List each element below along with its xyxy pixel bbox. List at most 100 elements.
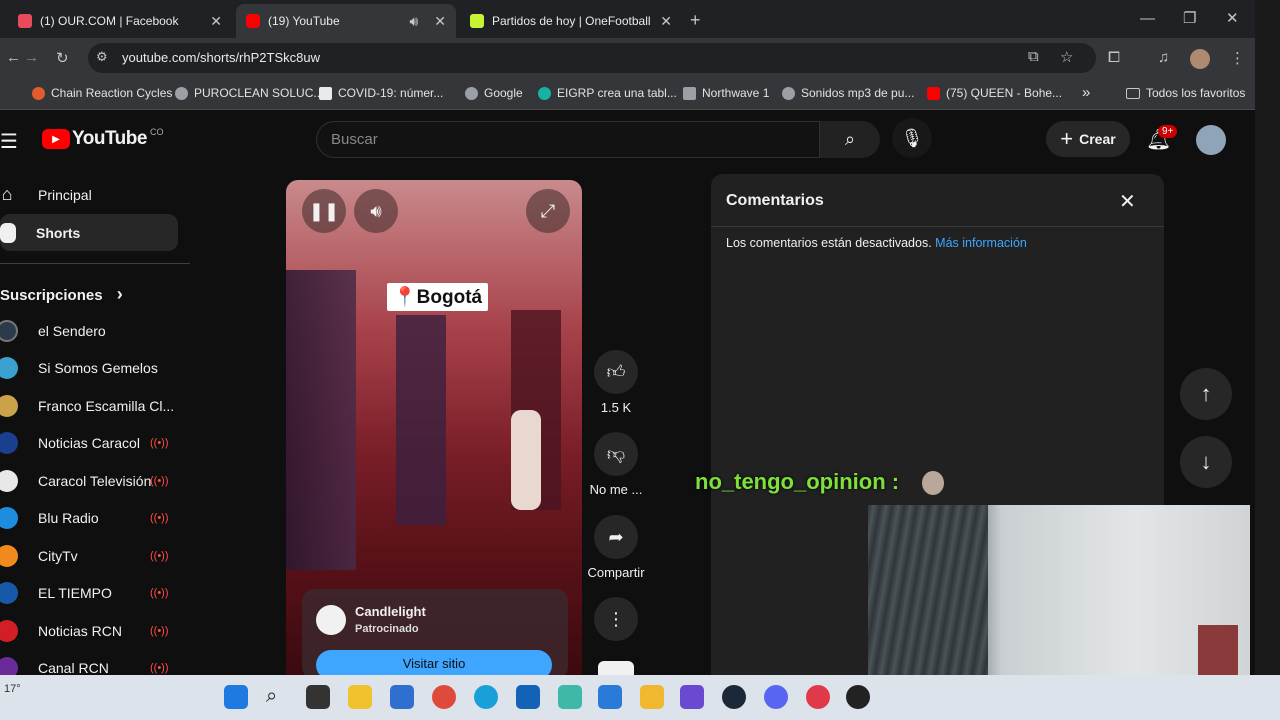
bookmarks-overflow-button[interactable]: » [1082,84,1090,101]
comments-title: Comentarios [726,192,824,209]
like-button[interactable]: 👍︎ [594,350,638,394]
install-app-icon[interactable]: ⧉ [1028,48,1039,65]
share-arrow-icon: ➦ [608,526,624,547]
short-video-player[interactable]: ❚❚ 🔊︎ ⤢ 📍Bogotá Candlelight Patrocinado … [286,180,582,675]
bookmark-item[interactable]: Sonidos mp3 de pu... [782,86,914,100]
url-text: youtube.com/shorts/rhP2TSkc8uw [122,50,320,65]
minimize-icon[interactable]: — [1140,10,1155,27]
store-icon[interactable] [390,685,414,709]
profile-avatar[interactable] [1190,49,1210,69]
sponsored-card[interactable]: Candlelight Patrocinado Visitar sitio [302,589,568,675]
voice-search-button[interactable]: 🎙︎ [892,118,932,158]
search-button[interactable]: ⌕ [820,121,880,158]
close-tab-icon[interactable]: ✕ [434,13,446,30]
plus-icon: + [1060,126,1074,151]
subscription-channel[interactable]: Si Somos Gemelos [0,349,178,386]
vscode-icon[interactable] [598,685,622,709]
live-indicator-icon: ((•)) [150,549,169,562]
bookmark-item[interactable]: EIGRP crea una tabl... [538,86,677,100]
app-icon[interactable] [558,685,582,709]
bookmark-item[interactable]: (75) QUEEN - Bohe... [927,86,1062,100]
share-button[interactable]: ➦ [594,515,638,559]
bookmark-favicon-icon [782,86,795,100]
sidebar-item-home[interactable]: ⌂ Principal [0,176,178,213]
tab-title: Partidos de hoy | OneFootball [492,14,651,28]
address-bar[interactable]: ⚙ youtube.com/shorts/rhP2TSkc8uw ⧉ ☆ [88,43,1096,73]
bookmark-star-icon[interactable]: ☆ [1060,48,1073,66]
more-actions-button[interactable]: ⋮ [594,597,638,641]
obs-icon[interactable] [846,685,870,709]
pause-button[interactable]: ❚❚ [302,189,346,233]
media-control-icon[interactable]: ♫ [1158,49,1169,66]
bookmark-item[interactable]: Google [465,86,523,100]
opera-icon[interactable] [806,685,830,709]
visit-site-button[interactable]: Visitar sitio [316,650,552,675]
subscription-channel[interactable]: Franco Escamilla Cl... [0,387,178,424]
office-icon[interactable] [640,685,664,709]
outlook-icon[interactable] [516,685,540,709]
youtube-favicon-icon [246,14,260,28]
subscriptions-header[interactable]: Suscripciones › [0,284,123,305]
site-info-icon[interactable]: ⚙ [96,49,108,65]
chrome-icon[interactable] [432,685,456,709]
subscription-channel[interactable]: Blu Radio ((•)) [0,499,178,536]
weather-widget[interactable]: 17° [4,683,21,695]
subscription-channel[interactable]: Caracol Televisión ((•)) [0,462,178,499]
close-tab-icon[interactable]: ✕ [660,13,672,30]
subscription-channel[interactable]: CityTv ((•)) [0,537,178,574]
close-tab-icon[interactable]: ✕ [210,13,222,30]
bookmark-item[interactable]: Northwave 1 [683,86,769,100]
tab-facebook[interactable]: (1) OUR.COM | Facebook ✕ [8,4,232,38]
search-input[interactable]: Buscar [316,121,820,158]
sidebar-item-shorts[interactable]: Shorts [0,214,178,251]
close-window-icon[interactable]: ✕ [1226,9,1239,27]
channel-avatar [0,394,18,417]
discord-icon[interactable] [764,685,788,709]
subscription-channel[interactable]: el Sendero [0,312,178,349]
channel-avatar [0,581,18,604]
browser-menu-icon[interactable]: ⋮ [1230,49,1245,67]
restore-icon[interactable]: ❐ [1183,9,1196,27]
task-view-icon[interactable] [306,685,330,709]
bookmark-item[interactable]: Chain Reaction Cycles [32,86,172,100]
bookmark-item[interactable]: PUROCLEAN SOLUC... [175,86,323,100]
forward-icon[interactable]: → [24,49,39,66]
more-info-link[interactable]: Más información [935,236,1027,250]
youtube-play-logo-icon: ▶ [42,129,70,149]
webcam-object [1198,625,1238,675]
youtube-logo[interactable]: ▶ YouTube CO [42,127,163,150]
windows-start-icon[interactable] [224,685,248,709]
fullscreen-button[interactable]: ⤢ [526,189,570,233]
all-bookmarks-button[interactable]: Todos los favoritos [1126,86,1245,100]
subscription-channel[interactable]: EL TIEMPO ((•)) [0,574,178,611]
hamburger-menu-icon[interactable]: ☰ [0,129,18,154]
bookmark-item[interactable]: COVID-19: númer... [319,86,443,100]
close-comments-icon[interactable]: ✕ [1119,189,1136,214]
tab-onefootball[interactable]: Partidos de hoy | OneFootball ✕ [460,4,682,38]
stream-username-overlay: no_tengo_opinion : [695,469,900,494]
extensions-icon[interactable]: ⧠ [1108,49,1120,66]
sponsored-label: Patrocinado [355,623,419,635]
account-avatar[interactable] [1196,125,1226,155]
volume-button[interactable]: 🔊︎ [354,189,398,233]
next-short-button[interactable]: ↓ [1180,436,1232,488]
back-icon[interactable]: ← [6,49,21,66]
steam-icon[interactable] [722,685,746,709]
browser-tab-strip: (1) OUR.COM | Facebook ✕ (19) YouTube 🔊︎… [0,0,1255,38]
volume-icon: 🔊︎ [370,200,382,221]
tab-youtube[interactable]: (19) YouTube 🔊︎ ✕ [236,4,456,38]
tab-title: (19) YouTube [268,14,340,28]
notes-icon[interactable] [680,685,704,709]
subscription-channel[interactable]: Noticias Caracol ((•)) [0,424,178,461]
file-explorer-icon[interactable] [348,685,372,709]
reload-icon[interactable]: ↻ [56,49,69,67]
audio-playing-icon[interactable]: 🔊︎ [409,13,418,30]
previous-short-button[interactable]: ↑ [1180,368,1232,420]
sound-thumbnail[interactable] [598,661,634,675]
taskbar-search-icon[interactable]: ⌕ [266,685,290,709]
new-tab-icon[interactable]: + [690,10,701,31]
dislike-button[interactable]: 👎︎ [594,432,638,476]
edge-icon[interactable] [474,685,498,709]
subscription-channel[interactable]: Noticias RCN ((•)) [0,612,178,649]
create-button[interactable]: + Crear [1046,121,1130,157]
